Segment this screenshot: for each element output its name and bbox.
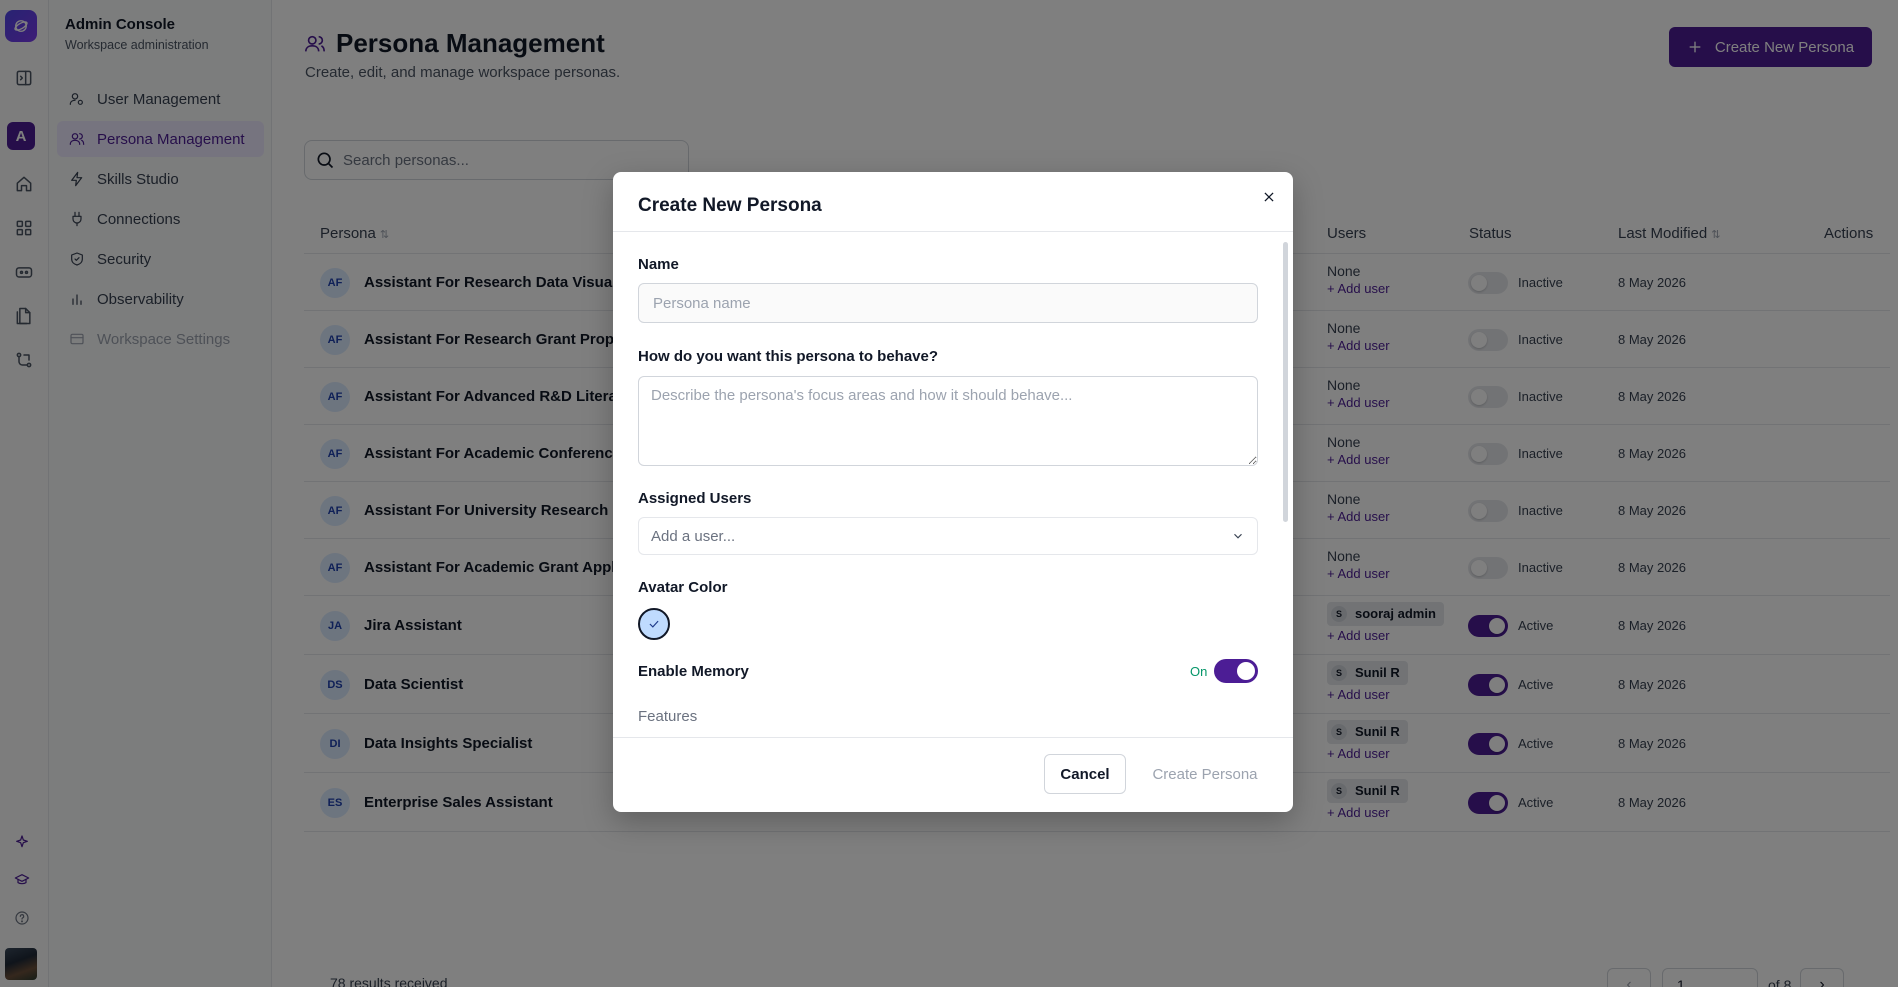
avatar-color-label: Avatar Color (638, 579, 728, 596)
dialog-scrollbar[interactable] (1283, 242, 1288, 522)
memory-state-text: On (1190, 664, 1208, 679)
features-label: Features (638, 708, 698, 725)
select-placeholder: Add a user... (651, 527, 736, 545)
enable-memory-label: Enable Memory (638, 663, 749, 680)
behavior-textarea[interactable] (638, 376, 1258, 466)
cancel-button[interactable]: Cancel (1044, 754, 1126, 794)
create-persona-button[interactable]: Create Persona (1138, 754, 1272, 794)
close-icon[interactable] (1259, 187, 1279, 207)
chevron-down-icon (1234, 533, 1242, 539)
dialog-title: Create New Persona (638, 195, 822, 216)
assigned-users-label: Assigned Users (638, 490, 752, 507)
enable-memory-toggle[interactable] (1214, 659, 1258, 683)
assigned-users-select[interactable]: Add a user... (638, 517, 1258, 555)
create-persona-dialog: Create New Persona Name How do you want … (613, 172, 1293, 812)
divider (613, 231, 1293, 232)
name-label: Name (638, 256, 679, 273)
check-icon (649, 620, 659, 628)
avatar-color-swatch[interactable] (638, 608, 670, 640)
divider (613, 737, 1293, 738)
persona-name-input[interactable] (638, 283, 1258, 323)
behave-label: How do you want this persona to behave? (638, 348, 939, 365)
